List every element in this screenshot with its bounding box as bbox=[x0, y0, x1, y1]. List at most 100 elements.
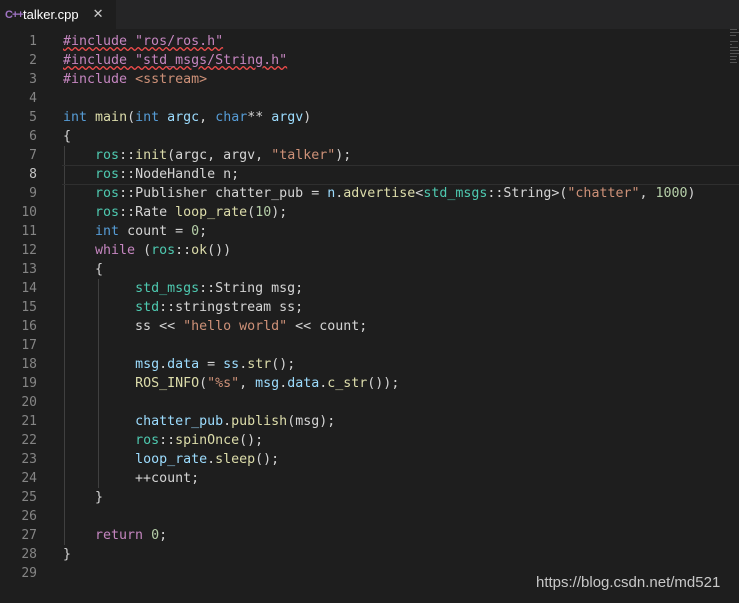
code-line[interactable]: ss << "hello world" << count; bbox=[63, 317, 367, 336]
code-line[interactable]: #include "ros/ros.h" bbox=[63, 32, 223, 51]
code-token: str bbox=[247, 357, 272, 372]
code-token: data bbox=[287, 376, 320, 391]
code-token: (); bbox=[239, 433, 264, 448]
code-token: } bbox=[63, 547, 72, 562]
line-number: 17 bbox=[21, 338, 37, 353]
code-line[interactable]: std::stringstream ss; bbox=[63, 298, 303, 317]
code-token: int bbox=[95, 224, 120, 239]
code-token: spinOnce bbox=[175, 433, 240, 448]
code-token: 0 bbox=[191, 224, 200, 239]
line-number: 3 bbox=[29, 72, 37, 87]
code-token: . bbox=[159, 357, 168, 372]
code-token: 0 bbox=[151, 528, 160, 543]
code-token: , bbox=[239, 376, 256, 391]
code-token: ::Publisher chatter_pub = bbox=[119, 186, 328, 201]
code-line[interactable]: { bbox=[63, 127, 71, 146]
line-number: 2 bbox=[29, 53, 37, 68]
code-line[interactable]: } bbox=[63, 488, 103, 507]
code-token: msg bbox=[255, 376, 280, 391]
code-token: (); bbox=[271, 357, 296, 372]
code-token: = bbox=[199, 357, 224, 372]
code-token: :: bbox=[175, 243, 192, 258]
code-token: main bbox=[95, 110, 128, 125]
code-line[interactable]: int count = 0; bbox=[63, 222, 207, 241]
code-token: #include bbox=[63, 72, 136, 87]
cpp-file-icon: C++ bbox=[5, 8, 24, 21]
line-number: 15 bbox=[21, 300, 37, 315]
code-token: "hello world" bbox=[183, 319, 288, 334]
code-token: data bbox=[167, 357, 200, 372]
code-line[interactable]: loop_rate.sleep(); bbox=[63, 450, 279, 469]
line-number: 22 bbox=[21, 433, 37, 448]
code-line[interactable]: #include <sstream> bbox=[63, 70, 207, 89]
code-line[interactable]: ros::Rate loop_rate(10); bbox=[63, 203, 287, 222]
code-token: { bbox=[63, 262, 104, 277]
minimap[interactable] bbox=[730, 29, 739, 99]
close-icon[interactable]: ✕ bbox=[93, 7, 104, 22]
tab-filename: talker.cpp bbox=[23, 7, 79, 22]
code-token: ::Rate bbox=[119, 205, 176, 220]
line-number: 20 bbox=[21, 395, 37, 410]
code-token: ros bbox=[95, 205, 120, 220]
line-number: 18 bbox=[21, 357, 37, 372]
line-number: 11 bbox=[21, 224, 37, 239]
code-line[interactable]: ros::init(argc, argv, "talker"); bbox=[63, 146, 351, 165]
code-token: "talker" bbox=[271, 148, 336, 163]
code-line[interactable]: { bbox=[63, 260, 103, 279]
code-line[interactable]: int main(int argc, char** argv) bbox=[63, 108, 311, 127]
code-line[interactable]: } bbox=[63, 545, 71, 564]
code-token: argv bbox=[271, 110, 304, 125]
code-token: ( bbox=[199, 376, 208, 391]
code-line[interactable]: return 0; bbox=[63, 526, 167, 545]
code-line[interactable]: chatter_pub.publish(msg); bbox=[63, 412, 335, 431]
code-token: ::stringstream ss; bbox=[159, 300, 304, 315]
code-line[interactable]: while (ros::ok()) bbox=[63, 241, 231, 260]
code-token: ( bbox=[247, 205, 256, 220]
line-number: 1 bbox=[29, 34, 37, 49]
code-token: (msg); bbox=[287, 414, 336, 429]
code-token: , bbox=[199, 110, 216, 125]
code-line[interactable]: ros::Publisher chatter_pub = n.advertise… bbox=[63, 184, 696, 203]
code-line[interactable]: ROS_INFO("%s", msg.data.c_str()); bbox=[63, 374, 399, 393]
line-number: 28 bbox=[21, 547, 37, 562]
code-line[interactable]: ros::spinOnce(); bbox=[63, 431, 263, 450]
code-token: 10 bbox=[255, 205, 272, 220]
code-line[interactable]: ros::NodeHandle n; bbox=[63, 165, 239, 184]
code-token: loop_rate bbox=[135, 452, 208, 467]
code-token: c_str bbox=[327, 376, 368, 391]
code-token: ros bbox=[135, 433, 160, 448]
line-number: 16 bbox=[21, 319, 37, 334]
code-token: char bbox=[215, 110, 248, 125]
code-token: count = bbox=[119, 224, 192, 239]
code-token: ::String msg; bbox=[199, 281, 304, 296]
code-token: ::String>( bbox=[487, 186, 568, 201]
line-number: 6 bbox=[29, 129, 37, 144]
code-token: { bbox=[63, 129, 72, 144]
code-token: argc bbox=[167, 110, 200, 125]
tab-talker-cpp[interactable]: C++ talker.cpp ✕ bbox=[0, 0, 116, 29]
code-token: ros bbox=[95, 148, 120, 163]
code-editor[interactable]: 1 2 3 4 5 6 7 8 9 10 11 12 13 14 15 16 17 18 19 20 21 22 23 24 2… bbox=[0, 29, 739, 603]
line-number: 24 bbox=[21, 471, 37, 486]
code-token: . bbox=[223, 414, 232, 429]
code-token: chatter_pub bbox=[135, 414, 224, 429]
code-token: ROS_INFO bbox=[135, 376, 200, 391]
code-line[interactable]: ++count; bbox=[63, 469, 199, 488]
code-line[interactable]: std_msgs::String msg; bbox=[63, 279, 303, 298]
code-line[interactable]: #include "std_msgs/String.h" bbox=[63, 51, 287, 70]
code-line[interactable]: msg.data = ss.str(); bbox=[63, 355, 295, 374]
code-token: ; bbox=[199, 224, 208, 239]
code-token: publish bbox=[231, 414, 288, 429]
code-token: sleep bbox=[215, 452, 256, 467]
